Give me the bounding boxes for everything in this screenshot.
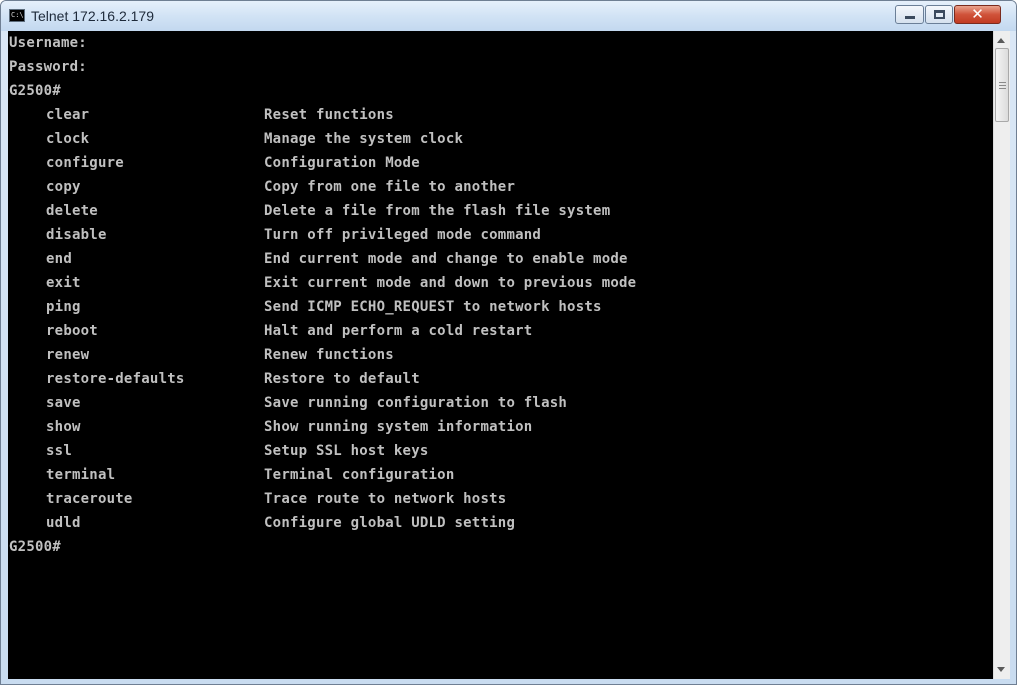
command-description: End current mode and change to enable mo…	[264, 251, 628, 267]
command-name: udld	[46, 515, 81, 531]
command-name: disable	[46, 227, 107, 243]
vertical-scrollbar[interactable]	[993, 31, 1010, 679]
scroll-down-arrow-icon[interactable]	[997, 667, 1005, 672]
command-description: Terminal configuration	[264, 467, 455, 483]
command-name: save	[46, 395, 81, 411]
command-name: terminal	[46, 467, 116, 483]
thumb-grip-icon	[999, 82, 1006, 89]
console-line-prompt: G2500#	[9, 83, 61, 99]
command-description: Manage the system clock	[264, 131, 464, 147]
minimize-button[interactable]	[895, 5, 924, 24]
command-description: Send ICMP ECHO_REQUEST to network hosts	[264, 299, 602, 315]
command-description: Save running configuration to flash	[264, 395, 568, 411]
command-description: Renew functions	[264, 347, 394, 363]
command-name: configure	[46, 155, 124, 171]
command-description: Halt and perform a cold restart	[264, 323, 533, 339]
scroll-up-arrow-icon[interactable]	[997, 38, 1005, 43]
command-name: end	[46, 251, 72, 267]
command-description: Restore to default	[264, 371, 420, 387]
command-name: ssl	[46, 443, 72, 459]
command-name: delete	[46, 203, 98, 219]
command-description: Configure global UDLD setting	[264, 515, 516, 531]
maximize-button[interactable]	[925, 5, 953, 24]
maximize-icon	[934, 10, 945, 19]
close-button[interactable]: ✕	[954, 5, 1001, 24]
console-line-password: Password:	[9, 59, 87, 75]
command-description: Delete a file from the flash file system	[264, 203, 611, 219]
command-description: Configuration Mode	[264, 155, 420, 171]
minimize-icon	[905, 16, 915, 19]
command-description: Setup SSL host keys	[264, 443, 429, 459]
command-description: Exit current mode and down to previous m…	[264, 275, 637, 291]
command-name: clear	[46, 107, 90, 123]
console-output[interactable]: Username: Password: G2500# clear Reset fu…	[8, 31, 993, 679]
console-line-username: Username:	[9, 35, 87, 51]
command-name: reboot	[46, 323, 98, 339]
command-name: show	[46, 419, 81, 435]
command-description: Trace route to network hosts	[264, 491, 507, 507]
command-name: clock	[46, 131, 90, 147]
command-description: Show running system information	[264, 419, 533, 435]
command-description: Copy from one file to another	[264, 179, 516, 195]
command-name: copy	[46, 179, 81, 195]
window-title: Telnet 172.16.2.179	[31, 8, 154, 24]
command-description: Turn off privileged mode command	[264, 227, 542, 243]
console-icon[interactable]: C:\	[9, 9, 25, 22]
scrollbar-thumb[interactable]	[995, 48, 1009, 122]
command-name: exit	[46, 275, 81, 291]
command-description: Reset functions	[264, 107, 394, 123]
command-name: renew	[46, 347, 90, 363]
command-name: traceroute	[46, 491, 133, 507]
telnet-window: C:\ Telnet 172.16.2.179 ✕ Username: Pass…	[0, 0, 1017, 685]
title-bar[interactable]: C:\ Telnet 172.16.2.179 ✕	[1, 1, 1016, 31]
close-icon: ✕	[971, 5, 984, 23]
command-name: restore-defaults	[46, 371, 185, 387]
console-line-final-prompt: G2500#	[9, 539, 61, 555]
command-name: ping	[46, 299, 81, 315]
console-client-area: Username: Password: G2500# clear Reset fu…	[8, 31, 1010, 679]
